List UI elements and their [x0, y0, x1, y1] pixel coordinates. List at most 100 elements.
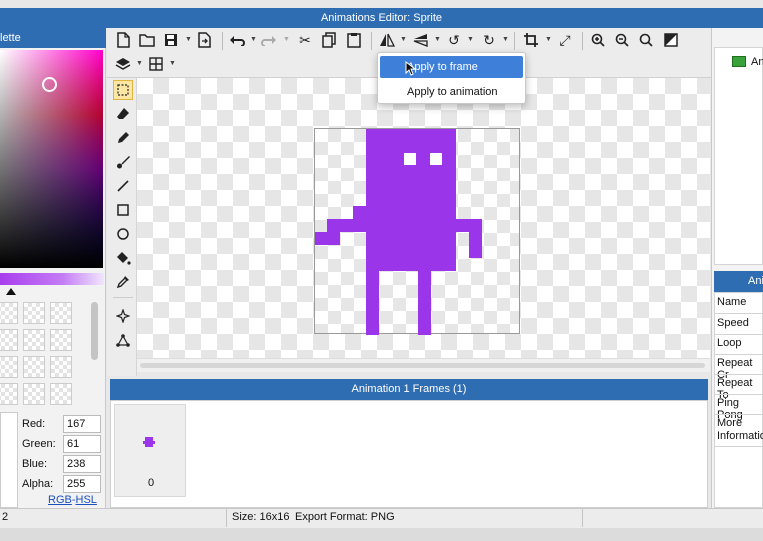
paste-icon[interactable]	[345, 31, 363, 49]
prop-divider	[714, 374, 763, 375]
sprite-left-arm	[327, 219, 366, 232]
status-left-text: 2	[2, 511, 9, 523]
prop-divider	[714, 313, 763, 314]
rectangle-tool-icon[interactable]	[113, 200, 133, 220]
rgb-link[interactable]: RGB	[48, 494, 72, 506]
sprite-canvas[interactable]	[314, 128, 520, 335]
zoom-fit-icon[interactable]	[637, 31, 655, 49]
sprite-right-leg	[418, 271, 431, 335]
grid-caret-icon[interactable]: ▼	[169, 60, 176, 67]
invert-icon[interactable]	[662, 31, 680, 49]
swatch[interactable]	[50, 329, 72, 351]
swatch[interactable]	[23, 329, 45, 351]
swatch[interactable]	[50, 383, 72, 405]
magic-wand-tool-icon[interactable]	[113, 306, 133, 326]
flip-caret-icon[interactable]: ▼	[400, 36, 407, 43]
crop-icon[interactable]	[522, 31, 540, 49]
hue-slider-arrow-icon[interactable]	[6, 288, 16, 295]
fill-bucket-tool-icon[interactable]	[113, 248, 133, 268]
pencil-tool-icon[interactable]	[113, 128, 133, 148]
frames-panel	[110, 400, 708, 508]
canvas-horizontal-scroll-thumb[interactable]	[140, 363, 705, 368]
frame-thumbnail-sprite-arms	[143, 441, 155, 444]
sprite-notch	[430, 193, 456, 205]
prop-divider	[714, 446, 763, 447]
hue-slider[interactable]	[0, 273, 104, 285]
flip-dropdown-menu: Apply to frame Apply to animation	[377, 52, 526, 104]
red-input[interactable]: 167	[63, 415, 101, 433]
toolbar-divider	[582, 32, 583, 50]
redo-caret-icon[interactable]: ▼	[283, 36, 290, 43]
swatch[interactable]	[0, 383, 18, 405]
layers-icon[interactable]	[114, 55, 132, 73]
copy-icon[interactable]	[320, 31, 338, 49]
flip-vertical-caret-icon[interactable]: ▼	[434, 36, 441, 43]
swatch[interactable]	[50, 302, 72, 324]
resize-icon[interactable]: ⤢	[556, 31, 574, 49]
frame-thumbnail[interactable]: 0	[114, 404, 186, 497]
brush-tool-icon[interactable]	[113, 152, 133, 172]
rotate-right-icon[interactable]: ↻	[480, 31, 498, 49]
prop-information: Informatio	[717, 430, 763, 442]
zoom-in-icon[interactable]	[589, 31, 607, 49]
cut-icon[interactable]: ✂	[296, 31, 314, 49]
crop-caret-icon[interactable]: ▼	[545, 36, 552, 43]
sprite-left-leg	[366, 271, 379, 335]
save-caret-icon[interactable]: ▼	[185, 36, 192, 43]
save-icon[interactable]	[162, 31, 180, 49]
hsl-link[interactable]: HSL	[76, 494, 97, 506]
prop-speed: Speed	[717, 317, 749, 329]
color-picker-handle[interactable]	[42, 77, 57, 92]
rotate-left-icon[interactable]: ↺	[445, 31, 463, 49]
undo-icon[interactable]	[228, 31, 246, 49]
toolbar-divider	[371, 32, 372, 50]
transform-tool-icon[interactable]	[113, 330, 133, 350]
ellipse-tool-icon[interactable]	[113, 224, 133, 244]
swatch[interactable]	[50, 356, 72, 378]
animation-tree-item-icon	[732, 56, 746, 67]
line-tool-icon[interactable]	[113, 176, 133, 196]
swatch[interactable]	[23, 356, 45, 378]
menu-item-apply-to-animation[interactable]: Apply to animation	[380, 81, 523, 103]
swatch[interactable]	[0, 329, 18, 351]
sprite-eye-left	[404, 153, 416, 165]
sprite-left-arm	[353, 206, 366, 219]
window-bottom-edge	[0, 528, 763, 541]
swatch[interactable]	[23, 383, 45, 405]
redo-icon[interactable]	[260, 31, 278, 49]
eraser-tool-icon[interactable]	[113, 104, 133, 124]
animation-tree-item[interactable]: An	[751, 56, 763, 68]
mouse-cursor-icon	[405, 60, 417, 79]
flip-vertical-icon[interactable]	[412, 31, 430, 49]
sprite-left-arm	[315, 232, 340, 245]
grid-icon[interactable]	[147, 55, 165, 73]
frames-panel-title: Animation 1 Frames (1)	[110, 379, 708, 400]
alpha-input[interactable]: 255	[63, 475, 101, 493]
rotate-right-caret-icon[interactable]: ▼	[502, 36, 509, 43]
open-folder-icon[interactable]	[138, 31, 156, 49]
green-input[interactable]: 61	[63, 435, 101, 453]
window-title: Animations Editor: Sprite	[0, 8, 763, 28]
select-tool-icon[interactable]	[113, 80, 133, 100]
new-file-icon[interactable]	[114, 31, 132, 49]
blue-input[interactable]: 238	[63, 455, 101, 473]
export-icon[interactable]	[195, 31, 213, 49]
zoom-out-icon[interactable]	[613, 31, 631, 49]
swatch[interactable]	[0, 302, 18, 324]
status-divider	[226, 509, 227, 527]
layers-caret-icon[interactable]: ▼	[136, 60, 143, 67]
rotate-left-caret-icon[interactable]: ▼	[467, 36, 474, 43]
eyedropper-tool-icon[interactable]	[113, 272, 133, 292]
red-label: Red:	[22, 418, 46, 430]
swatch-scrollbar[interactable]	[91, 302, 98, 360]
undo-caret-icon[interactable]: ▼	[250, 36, 257, 43]
status-size: Size: 16x16	[232, 511, 290, 523]
prop-divider	[714, 354, 763, 355]
menu-item-apply-to-frame[interactable]: Apply to frame	[380, 56, 523, 78]
prop-divider	[714, 334, 763, 335]
alpha-label: Alpha:	[22, 478, 54, 490]
prop-divider	[714, 394, 763, 395]
swatch[interactable]	[0, 356, 18, 378]
flip-horizontal-icon[interactable]	[378, 31, 396, 49]
swatch[interactable]	[23, 302, 45, 324]
